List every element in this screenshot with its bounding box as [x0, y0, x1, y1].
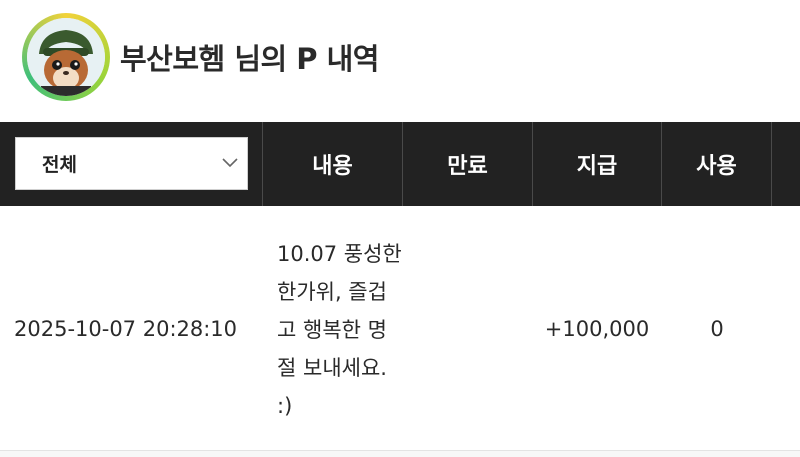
row-use: 0 — [710, 316, 724, 341]
filter-select-value: 전체 — [42, 154, 77, 176]
row-datetime: 2025-10-07 20:28:10 — [14, 316, 238, 341]
chevron-down-icon — [222, 158, 238, 168]
bottom-divider — [0, 451, 800, 457]
filter-select[interactable]: 전체 — [15, 137, 248, 190]
column-header-content: 내용 — [263, 122, 403, 206]
row-give: +100,000 — [544, 316, 650, 341]
avatar — [22, 13, 110, 101]
avatar-image — [27, 18, 105, 96]
page-header: 부산보헴 님의 P 내역 — [0, 0, 800, 122]
filter-cell: 전체 — [0, 122, 263, 206]
chipmunk-avatar-icon — [27, 18, 105, 96]
column-header-give: 지급 — [533, 122, 662, 206]
column-header-use: 사용 — [662, 122, 772, 206]
row-content: 10.07 풍성한 한가위, 즐겁고 행복한 명절 보내세요. :) — [277, 241, 402, 418]
column-header-expire: 만료 — [403, 122, 533, 206]
page-title: 부산보헴 님의 P 내역 — [120, 42, 379, 76]
table-row: 2025-10-07 20:28:10 10.07 풍성한 한가위, 즐겁고 행… — [0, 206, 800, 451]
table-header: 전체 내용 만료 지급 사용 — [0, 122, 800, 206]
